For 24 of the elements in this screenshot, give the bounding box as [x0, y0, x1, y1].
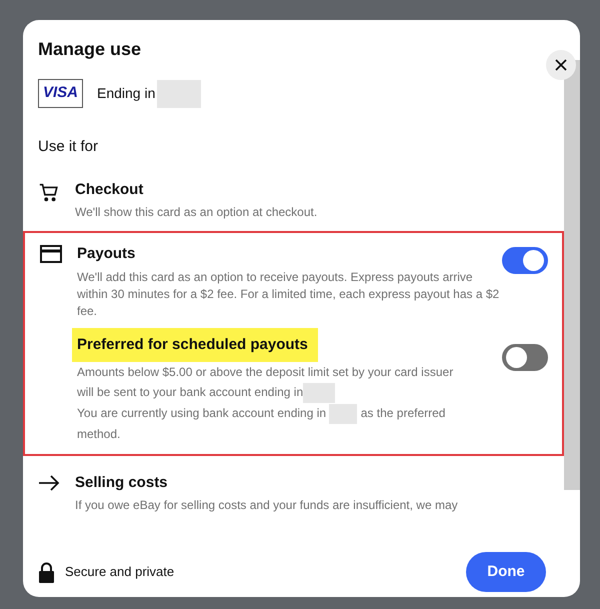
redacted-box [329, 404, 358, 424]
option-description: We'll add this card as an option to receive payouts. Express payouts arrive within 30 minutes for a $2 fee. For a limited time, each express payout has a $2 fee. [77, 268, 500, 320]
card-ending-label: Ending in [97, 84, 156, 103]
section-label: Use it for [37, 137, 100, 157]
close-button[interactable] [546, 50, 576, 80]
arrow-right-icon [38, 474, 60, 492]
redacted-box [303, 382, 336, 403]
close-icon [555, 59, 567, 71]
option-title: Payouts [77, 244, 136, 264]
option-description: We'll show this card as an option at checkout. [75, 204, 318, 221]
toggle-switch[interactable] [502, 344, 548, 370]
secure-label: Secure and private [65, 563, 174, 582]
visa-logo: VISA [38, 79, 83, 108]
option-description: If you owe eBay for selling costs and your funds are insufficient, we may [75, 497, 459, 514]
toggle-switch[interactable] [502, 247, 548, 274]
option-title: Preferred for scheduled payouts [72, 328, 318, 362]
option-title: Selling costs [75, 472, 169, 493]
lock-icon [38, 562, 55, 582]
redacted-box [157, 80, 202, 108]
dialog-title: Manage use [38, 38, 142, 61]
option-description: You are currently using bank account ending in as the preferred method. [77, 402, 446, 443]
option-title: Checkout [75, 180, 144, 200]
credit-card-icon [40, 245, 62, 263]
done-button[interactable]: Done [466, 552, 546, 592]
